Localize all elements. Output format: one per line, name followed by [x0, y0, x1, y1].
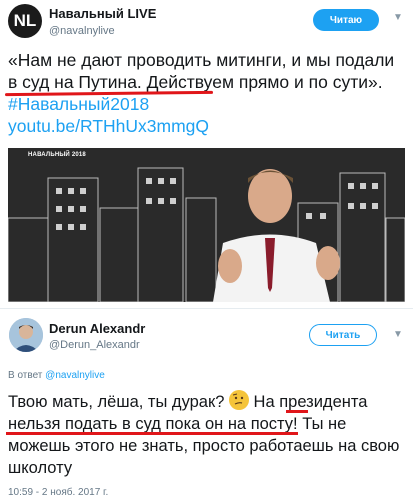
- video-link[interactable]: youtu.be/RTHhUx3mmgQ: [8, 116, 209, 136]
- chevron-down-icon[interactable]: ▼: [393, 12, 403, 23]
- thinking-face-icon: [228, 390, 249, 410]
- follow-button[interactable]: Читать: [309, 324, 377, 346]
- red-underline-annotation: [286, 410, 308, 413]
- author-name[interactable]: Навальный LIVE: [49, 6, 156, 21]
- video-caption: НАВАЛЬНЫЙ 2018: [28, 152, 86, 158]
- reply-context: В ответ @navalnylive: [8, 370, 105, 381]
- hashtag-link[interactable]: #Навальный2018: [8, 94, 149, 114]
- tweet-main: NL Навальный LIVE @navalnylive Читаю ▼ «…: [0, 0, 413, 305]
- red-underline-annotation: [6, 432, 298, 435]
- author-name[interactable]: Derun Alexandr: [49, 321, 145, 336]
- video-thumbnail[interactable]: НАВАЛЬНЫЙ 2018: [8, 148, 405, 302]
- reply-prefix: В ответ: [8, 370, 46, 381]
- avatar-navalny-live[interactable]: NL: [8, 4, 42, 38]
- chevron-down-icon[interactable]: ▼: [393, 329, 403, 340]
- tweet-text-body: «Нам не дают проводить митинги, и мы под…: [8, 50, 400, 92]
- divider: [0, 308, 413, 309]
- following-button[interactable]: Читаю: [313, 9, 379, 31]
- avatar-derun-alexandr[interactable]: [9, 318, 43, 352]
- timestamp[interactable]: 10:59 - 2 нояб. 2017 г.: [8, 487, 108, 498]
- city-backdrop-illustration: [8, 167, 405, 302]
- reply-handle-link[interactable]: @navalnylive: [45, 370, 105, 381]
- reply-text-part1: Твою мать, лёша, ты дурак?: [8, 393, 229, 411]
- author-handle[interactable]: @Derun_Alexandr: [49, 339, 140, 351]
- author-handle[interactable]: @navalnylive: [49, 25, 115, 37]
